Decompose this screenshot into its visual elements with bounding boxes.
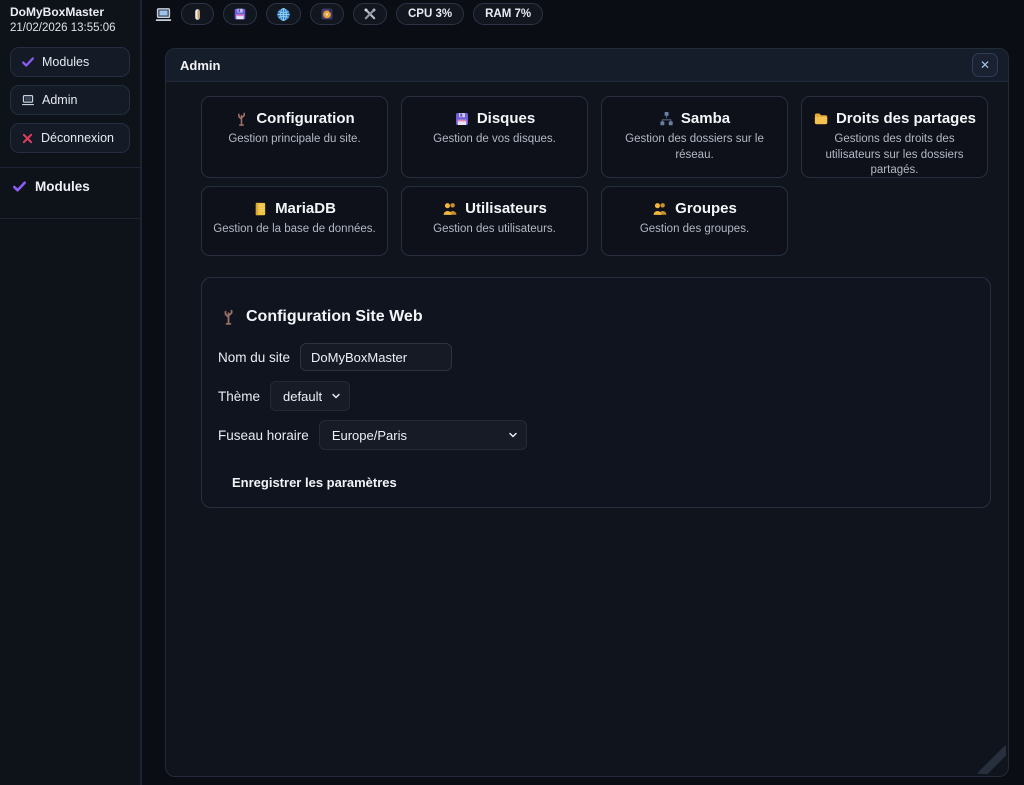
- theme-label: Thème: [218, 389, 260, 404]
- check-icon: [21, 55, 35, 69]
- admin-window: Admin ✕ Configuration Gestion principale…: [165, 48, 1009, 777]
- sidebar-item-logout[interactable]: Déconnexion: [10, 123, 130, 153]
- check-icon: [12, 179, 27, 194]
- sidebar-section-label: Modules: [35, 179, 90, 194]
- thermometer-button[interactable]: [181, 3, 214, 25]
- branch-icon: [220, 308, 237, 326]
- card-title: Utilisateurs: [410, 200, 579, 217]
- floppy-disk-icon: [454, 111, 470, 127]
- floppy-disk-icon: [233, 7, 247, 21]
- resize-handle[interactable]: [978, 746, 1006, 774]
- notebook-icon: [253, 201, 268, 217]
- computer-icon[interactable]: [155, 6, 172, 23]
- topbar: CPU 3% RAM 7%: [155, 2, 543, 26]
- card-groupes[interactable]: Groupes Gestion des groupes.: [601, 186, 788, 256]
- ram-usage-badge: RAM 7%: [473, 3, 543, 25]
- tools-button[interactable]: [353, 3, 387, 25]
- card-subtitle: Gestions des droits des utilisateurs sur…: [810, 132, 979, 179]
- window-titlebar[interactable]: Admin ✕: [166, 49, 1008, 82]
- card-mariadb[interactable]: MariaDB Gestion de la base de données.: [201, 186, 388, 256]
- window-body: Configuration Gestion principale du site…: [166, 82, 1008, 776]
- folder-icon: [813, 111, 829, 126]
- branch-icon: [234, 111, 249, 127]
- network-button[interactable]: [266, 3, 301, 25]
- panel-heading-text: Configuration Site Web: [246, 308, 423, 326]
- card-title-text: Utilisateurs: [465, 200, 547, 217]
- minidisc-icon: [320, 7, 334, 21]
- network-icon: [659, 111, 674, 126]
- sidebar-item-label: Déconnexion: [41, 131, 114, 145]
- panel-heading: Configuration Site Web: [220, 308, 970, 326]
- card-title: Groupes: [610, 200, 779, 217]
- card-title: Droits des partages: [810, 110, 979, 127]
- card-title-text: Droits des partages: [836, 110, 976, 127]
- disks-button[interactable]: [223, 3, 257, 25]
- card-utilisateurs[interactable]: Utilisateurs Gestion des utilisateurs.: [401, 186, 588, 256]
- theme-row: Thème default: [218, 381, 970, 411]
- card-title: Disques: [410, 110, 579, 127]
- tools-icon: [363, 7, 377, 21]
- disc-button[interactable]: [310, 3, 344, 25]
- card-samba[interactable]: Samba Gestion des dossiers sur le réseau…: [601, 96, 788, 178]
- site-name-label: Nom du site: [218, 350, 290, 365]
- sidebar-item-modules[interactable]: Modules: [10, 47, 130, 77]
- timezone-row: Fuseau horaire Europe/Paris: [218, 420, 970, 450]
- save-settings-button[interactable]: Enregistrer les paramètres: [232, 475, 397, 490]
- sidebar-item-admin[interactable]: Admin: [10, 85, 130, 115]
- globe-icon: [276, 7, 291, 22]
- card-title: Samba: [610, 110, 779, 127]
- site-name-input[interactable]: [300, 343, 452, 371]
- card-droits-partages[interactable]: Droits des partages Gestions des droits …: [801, 96, 988, 178]
- sidebar-divider: [0, 218, 140, 219]
- sidebar: DoMyBoxMaster 21/02/2026 13:55:06 Module…: [0, 0, 142, 785]
- timezone-select[interactable]: Europe/Paris: [320, 421, 526, 449]
- x-icon: [21, 132, 34, 145]
- card-title: Configuration: [210, 110, 379, 127]
- window-title: Admin: [180, 58, 220, 73]
- card-title-text: Disques: [477, 110, 535, 127]
- app-title: DoMyBoxMaster: [10, 5, 130, 19]
- card-subtitle: Gestion de la base de données.: [210, 222, 379, 238]
- site-name-row: Nom du site: [218, 342, 970, 372]
- site-config-panel: Configuration Site Web Nom du site Thème…: [201, 277, 991, 508]
- sidebar-item-label: Admin: [42, 93, 77, 107]
- cpu-usage-label: CPU 3%: [408, 8, 452, 20]
- card-configuration[interactable]: Configuration Gestion principale du site…: [201, 96, 388, 178]
- sidebar-item-label: Modules: [42, 55, 89, 69]
- card-title-text: MariaDB: [275, 200, 336, 217]
- card-title-text: Configuration: [256, 110, 354, 127]
- card-subtitle: Gestion des groupes.: [610, 222, 779, 238]
- card-title: MariaDB: [210, 200, 379, 217]
- ram-usage-label: RAM 7%: [485, 8, 531, 20]
- cards-row-1: Configuration Gestion principale du site…: [201, 96, 991, 178]
- timezone-label: Fuseau horaire: [218, 428, 309, 443]
- card-subtitle: Gestion principale du site.: [210, 132, 379, 148]
- cards-row-2: MariaDB Gestion de la base de données. U…: [201, 186, 991, 256]
- cpu-usage-badge: CPU 3%: [396, 3, 464, 25]
- card-subtitle: Gestion de vos disques.: [410, 132, 579, 148]
- close-button[interactable]: ✕: [972, 53, 998, 77]
- card-subtitle: Gestion des utilisateurs.: [410, 222, 579, 238]
- timezone-select-wrap: Europe/Paris: [319, 420, 527, 450]
- users-icon: [442, 201, 458, 216]
- users-icon: [652, 201, 668, 216]
- clock: 21/02/2026 13:55:06: [10, 22, 130, 34]
- theme-select-wrap: default: [270, 381, 350, 411]
- computer-icon: [21, 93, 35, 107]
- card-disques[interactable]: Disques Gestion de vos disques.: [401, 96, 588, 178]
- close-icon: ✕: [980, 58, 990, 72]
- theme-select[interactable]: default: [271, 382, 349, 410]
- sidebar-section-modules: Modules: [10, 168, 130, 204]
- card-title-text: Samba: [681, 110, 730, 127]
- card-title-text: Groupes: [675, 200, 737, 217]
- thermometer-icon: [191, 7, 204, 22]
- card-subtitle: Gestion des dossiers sur le réseau.: [610, 132, 779, 163]
